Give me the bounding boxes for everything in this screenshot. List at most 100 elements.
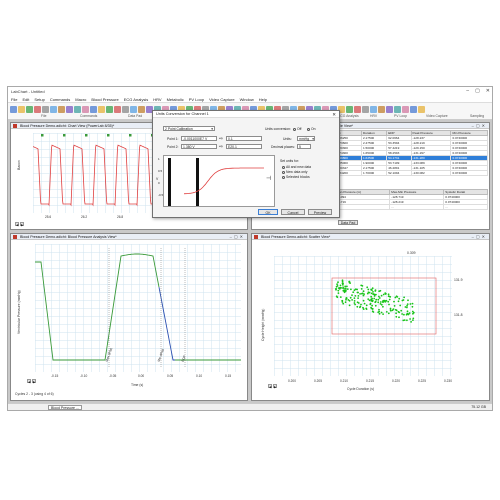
- menu-commands[interactable]: Commands: [50, 97, 70, 102]
- scatter-point: [406, 310, 409, 313]
- analysis-plot-area[interactable]: Max dP/dt Min dP/dt EDP: [35, 244, 241, 372]
- toolbar-button-icon[interactable]: [138, 105, 145, 113]
- toolbar-button-icon[interactable]: [418, 105, 425, 113]
- ok-button[interactable]: OK: [258, 209, 278, 215]
- calibration-bar[interactable]: [168, 158, 171, 206]
- toolbar-button-icon[interactable]: [402, 105, 409, 113]
- arrow-right-icon[interactable]: ⇨: [219, 136, 223, 142]
- cycle-marker-icon[interactable]: [41, 134, 44, 137]
- toolbar-button-icon[interactable]: [26, 105, 33, 113]
- set-units-option-radio[interactable]: All and new data: [282, 165, 311, 169]
- set-units-option-radio[interactable]: Selected blocks: [282, 175, 310, 179]
- calibration-preview-graph[interactable]: [163, 155, 275, 207]
- cancel-button[interactable]: Cancel: [281, 209, 305, 215]
- toolbar-button-icon[interactable]: [346, 105, 353, 113]
- analysis-view-window[interactable]: Blood Pressure Demo.adicht: Blood Pressu…: [10, 233, 248, 401]
- data-pad-button[interactable]: Data Pad: [338, 220, 358, 225]
- menu-blood-pressure[interactable]: Blood Pressure: [91, 97, 118, 102]
- window-controls-icon[interactable]: –▢✕: [472, 123, 487, 128]
- menu-help[interactable]: Help: [259, 97, 267, 102]
- scatter-point: [378, 290, 381, 293]
- toolbar-button-icon[interactable]: [106, 105, 113, 113]
- arrow-right-icon[interactable]: ⇨: [219, 144, 223, 150]
- scroll-right-icon[interactable]: ▶: [32, 379, 36, 384]
- toolbar-button-icon[interactable]: [370, 105, 377, 113]
- menu-video-capture[interactable]: Video Capture: [209, 97, 235, 102]
- decimal-places-field[interactable]: 5: [297, 144, 311, 149]
- cycle-marker-icon[interactable]: [107, 134, 110, 137]
- taskbar-item-blood-pressure[interactable]: Blood Pressure ...: [48, 404, 82, 410]
- menu-edit[interactable]: Edit: [22, 97, 29, 102]
- menu-window[interactable]: Window: [240, 97, 254, 102]
- menu-pv-loop[interactable]: PV Loop: [189, 97, 204, 102]
- cycle-marker-icon[interactable]: [63, 134, 66, 137]
- close-button[interactable]: ✕: [486, 88, 490, 94]
- scatter-point: [377, 311, 380, 314]
- maximize-button[interactable]: ▢: [475, 88, 480, 94]
- point1-value-field[interactable]: -0.0011000E7 V: [181, 136, 217, 141]
- point1-target-field[interactable]: 0.1: [226, 136, 262, 141]
- calibration-method-select[interactable]: 2 Point Calibration ▾: [163, 126, 215, 131]
- scatter-point: [353, 302, 356, 304]
- toolbar-button-icon[interactable]: [114, 105, 121, 113]
- dialog-titlebar[interactable]: Units Conversion for Channel 1 ✕: [153, 111, 339, 118]
- toolbar-button-icon[interactable]: [394, 105, 401, 113]
- scatter-view-titlebar[interactable]: Blood Pressure Demo.adicht: Scatter View…: [252, 234, 489, 240]
- menu-file[interactable]: File: [11, 97, 17, 102]
- scatter-point: [353, 297, 356, 299]
- minimize-button[interactable]: –: [466, 88, 469, 94]
- scroll-left-icon[interactable]: ◀: [27, 379, 31, 384]
- toolbar-button-icon[interactable]: [362, 105, 369, 113]
- cycle-marker-icon[interactable]: [85, 134, 88, 137]
- menu-hrv[interactable]: HRV: [153, 97, 161, 102]
- units-off-radio[interactable]: Off: [293, 127, 301, 131]
- units-select[interactable]: mmHg ▾: [297, 136, 315, 141]
- toolbar-button-icon[interactable]: [18, 105, 25, 113]
- scroll-right-icon[interactable]: ▶: [20, 222, 24, 227]
- menu-setup[interactable]: Setup: [34, 97, 44, 102]
- scatter-plot-area[interactable]: [274, 256, 452, 376]
- menu-ecg-analysis[interactable]: ECG Analysis: [124, 97, 148, 102]
- close-icon[interactable]: ✕: [332, 112, 336, 118]
- scatter-point: [342, 287, 344, 290]
- scatter-point: [397, 310, 400, 313]
- calibration-bar[interactable]: [196, 158, 199, 206]
- units-on-radio[interactable]: On: [307, 127, 316, 131]
- toolbar-button-icon[interactable]: [74, 105, 81, 113]
- table-cell: 52.1094: [386, 170, 412, 176]
- set-units-option-radio[interactable]: New data only: [282, 170, 308, 174]
- window-controls-icon[interactable]: –▢✕: [230, 234, 245, 239]
- scroll-left-icon[interactable]: ◀: [15, 222, 19, 227]
- toolbar-button-icon[interactable]: [410, 105, 417, 113]
- toolbar-button-icon[interactable]: [354, 105, 361, 113]
- toolbar-button-icon[interactable]: [386, 105, 393, 113]
- window-controls-icon[interactable]: –▢✕: [472, 234, 487, 239]
- toolbar-button-icon[interactable]: [90, 105, 97, 113]
- toolbar-button-icon[interactable]: [34, 105, 41, 113]
- scatter-point: [357, 295, 360, 297]
- toolbar-button-icon[interactable]: [42, 105, 49, 113]
- point2-target-field[interactable]: E20.1: [226, 144, 262, 149]
- toolbar-button-icon[interactable]: [66, 105, 73, 113]
- menu-macro[interactable]: Macro: [75, 97, 86, 102]
- toolbar-button-icon[interactable]: [98, 105, 105, 113]
- point2-value-field[interactable]: 1.380 V: [181, 144, 217, 149]
- toolbar-button-icon[interactable]: [50, 105, 57, 113]
- toolbar-button-icon[interactable]: [58, 105, 65, 113]
- toolbar-button-icon[interactable]: [378, 105, 385, 113]
- toolbar-button-icon[interactable]: [10, 105, 17, 113]
- scroll-left-icon[interactable]: ◀: [268, 384, 272, 389]
- toolbar-button-icon[interactable]: [122, 105, 129, 113]
- scatter-x-tick: 0.200: [288, 379, 296, 383]
- document-icon: [254, 235, 258, 239]
- menu-metabolic[interactable]: Metabolic: [167, 97, 184, 102]
- toolbar-button-icon[interactable]: [130, 105, 137, 113]
- preview-button[interactable]: Preview: [308, 209, 332, 215]
- scatter-view-window[interactable]: Blood Pressure Demo.adicht: Scatter View…: [251, 233, 490, 401]
- drag-handle-icon[interactable]: ⊣: [266, 175, 271, 182]
- scroll-right-icon[interactable]: ▶: [273, 384, 277, 389]
- scatter-point: [353, 300, 356, 302]
- cycle-marker-icon[interactable]: [129, 134, 132, 137]
- toolbar-button-icon[interactable]: [82, 105, 89, 113]
- analysis-view-titlebar[interactable]: Blood Pressure Demo.adicht: Blood Pressu…: [11, 234, 247, 240]
